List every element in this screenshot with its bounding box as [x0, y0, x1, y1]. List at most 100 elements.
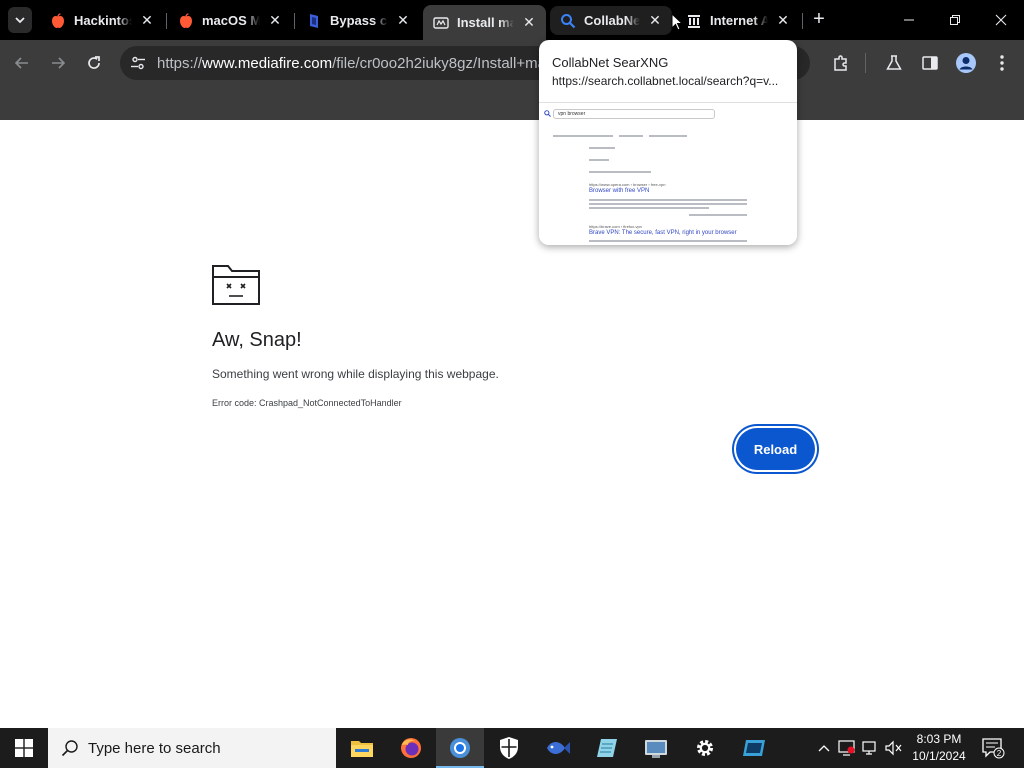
tab-hover-card: CollabNet SearXNG https://search.collabn… [539, 40, 797, 245]
firefox-button[interactable] [387, 728, 435, 768]
tab-search-button[interactable] [8, 7, 32, 33]
tab-internet-archive[interactable]: Internet A ✕ [676, 5, 800, 36]
action-center-button[interactable]: 2 [980, 736, 1006, 760]
tab-title: macOS Mo [202, 13, 260, 28]
extensions-button[interactable] [829, 51, 853, 75]
tab-separator [802, 13, 803, 29]
url-path: /file/cr0oo2h2iuky8gz/Install+mac [332, 55, 554, 72]
reload-icon [88, 56, 100, 69]
side-panel-button[interactable] [918, 51, 942, 75]
tab-bypass[interactable]: Bypass co ✕ [296, 5, 420, 36]
url-text[interactable]: https://www.mediafire.com/file/cr0oo2h2i… [157, 55, 553, 72]
search-icon [60, 738, 80, 758]
preview-result-title: Brave VPN: The secure, fast VPN, right i… [589, 230, 737, 236]
file-explorer-button[interactable] [338, 728, 386, 768]
site-info-icon[interactable] [128, 53, 148, 73]
preview-text-line [589, 207, 709, 209]
close-icon[interactable]: ✕ [138, 12, 156, 30]
tray-app-button[interactable] [837, 738, 857, 758]
avatar-icon [956, 53, 976, 73]
tab-title: Internet A [710, 13, 768, 28]
restore-icon [950, 15, 960, 25]
sad-folder-icon [212, 265, 260, 305]
chevron-down-icon [15, 17, 25, 24]
error-code: Error code: Crashpad_NotConnectedToHandl… [212, 398, 402, 408]
forward-button[interactable] [46, 51, 70, 75]
back-button[interactable] [10, 51, 34, 75]
settings-gear-icon [697, 740, 713, 756]
taskbar-search-placeholder: Type here to search [88, 739, 221, 757]
close-icon[interactable]: ✕ [646, 12, 664, 30]
maximize-button[interactable] [932, 0, 978, 40]
arrow-left-icon [14, 57, 28, 69]
windows-security-button[interactable] [485, 728, 533, 768]
shield-blue-icon [306, 13, 322, 29]
notification-count: 2 [997, 749, 1002, 758]
url-domain: www.mediafire.com [202, 55, 333, 72]
preview-text-line [589, 159, 609, 161]
menu-button[interactable] [990, 51, 1014, 75]
tab-install-mac[interactable]: Install mac ✕ [423, 5, 546, 40]
search-icon [560, 13, 576, 29]
control-panel-icon [645, 740, 667, 758]
archive-icon [686, 13, 702, 29]
close-icon [995, 14, 1007, 26]
close-icon[interactable]: ✕ [394, 12, 412, 30]
preview-text-line [589, 147, 615, 149]
volume-button[interactable] [884, 738, 904, 758]
new-tab-button[interactable]: + [809, 9, 829, 30]
tab-collabnet[interactable]: CollabNet ✕ [550, 6, 672, 35]
tab-macos[interactable]: macOS Mo ✕ [168, 5, 292, 36]
search-icon [544, 110, 551, 117]
tab-title: Install mac [457, 15, 514, 30]
network-button[interactable] [861, 738, 881, 758]
chrome-button[interactable] [436, 728, 484, 768]
fish-app-button[interactable] [534, 728, 582, 768]
close-icon[interactable]: ✕ [266, 12, 284, 30]
close-icon[interactable]: ✕ [520, 14, 538, 32]
flask-icon [886, 55, 902, 70]
preview-result-title: Browser with free VPN [589, 188, 650, 194]
labs-button[interactable] [882, 51, 906, 75]
apple-icon [50, 12, 66, 29]
tab-separator [166, 13, 167, 29]
control-panel-button[interactable] [632, 728, 680, 768]
more-vert-icon [1000, 55, 1004, 71]
reload-toolbar-button[interactable] [82, 51, 106, 75]
reload-button[interactable]: Reload [736, 428, 815, 470]
preview-filter [553, 135, 613, 137]
profile-button[interactable] [954, 51, 978, 75]
preview-filter [649, 135, 687, 137]
crash-title: Aw, Snap! [212, 329, 302, 351]
bookmarks-bar [0, 86, 1024, 120]
close-icon[interactable]: ✕ [774, 12, 792, 30]
minimize-button[interactable] [886, 0, 932, 40]
settings-button[interactable] [681, 728, 729, 768]
clock-time: 8:03 PM [916, 732, 962, 746]
show-hidden-icons-button[interactable] [814, 738, 834, 758]
tab-title: Hackintosh [74, 13, 132, 28]
hover-card-preview: vpn browser https://www.opera.com › brow… [539, 102, 797, 245]
terminal-button[interactable] [730, 728, 778, 768]
hover-card-url: https://search.collabnet.local/search?q=… [552, 74, 779, 88]
tab-hackintosh[interactable]: Hackintosh ✕ [40, 5, 164, 36]
notepad-button[interactable] [583, 728, 631, 768]
preview-text-line [589, 240, 747, 242]
hover-card-title: CollabNet SearXNG [552, 55, 669, 70]
tab-strip: Hackintosh ✕ macOS Mo ✕ Bypass co ✕ Inst… [0, 0, 1024, 40]
arrow-right-icon [52, 57, 66, 69]
taskbar-clock[interactable]: 8:03 PM 10/1/2024 [908, 731, 970, 765]
puzzle-icon [834, 55, 847, 71]
notification-icon: 2 [982, 738, 1005, 759]
preview-text-line [589, 199, 747, 201]
tab-title: Bypass co [330, 13, 388, 28]
side-panel-icon [922, 56, 938, 70]
windows-logo-icon [15, 739, 33, 757]
start-button[interactable] [0, 728, 48, 768]
firefox-icon [401, 738, 421, 758]
mediafire-icon [433, 15, 449, 31]
taskbar-search-box[interactable]: Type here to search [48, 728, 336, 768]
preview-text-line [589, 171, 651, 173]
close-window-button[interactable] [978, 0, 1024, 40]
tray-monitor-warning-icon [838, 740, 855, 756]
